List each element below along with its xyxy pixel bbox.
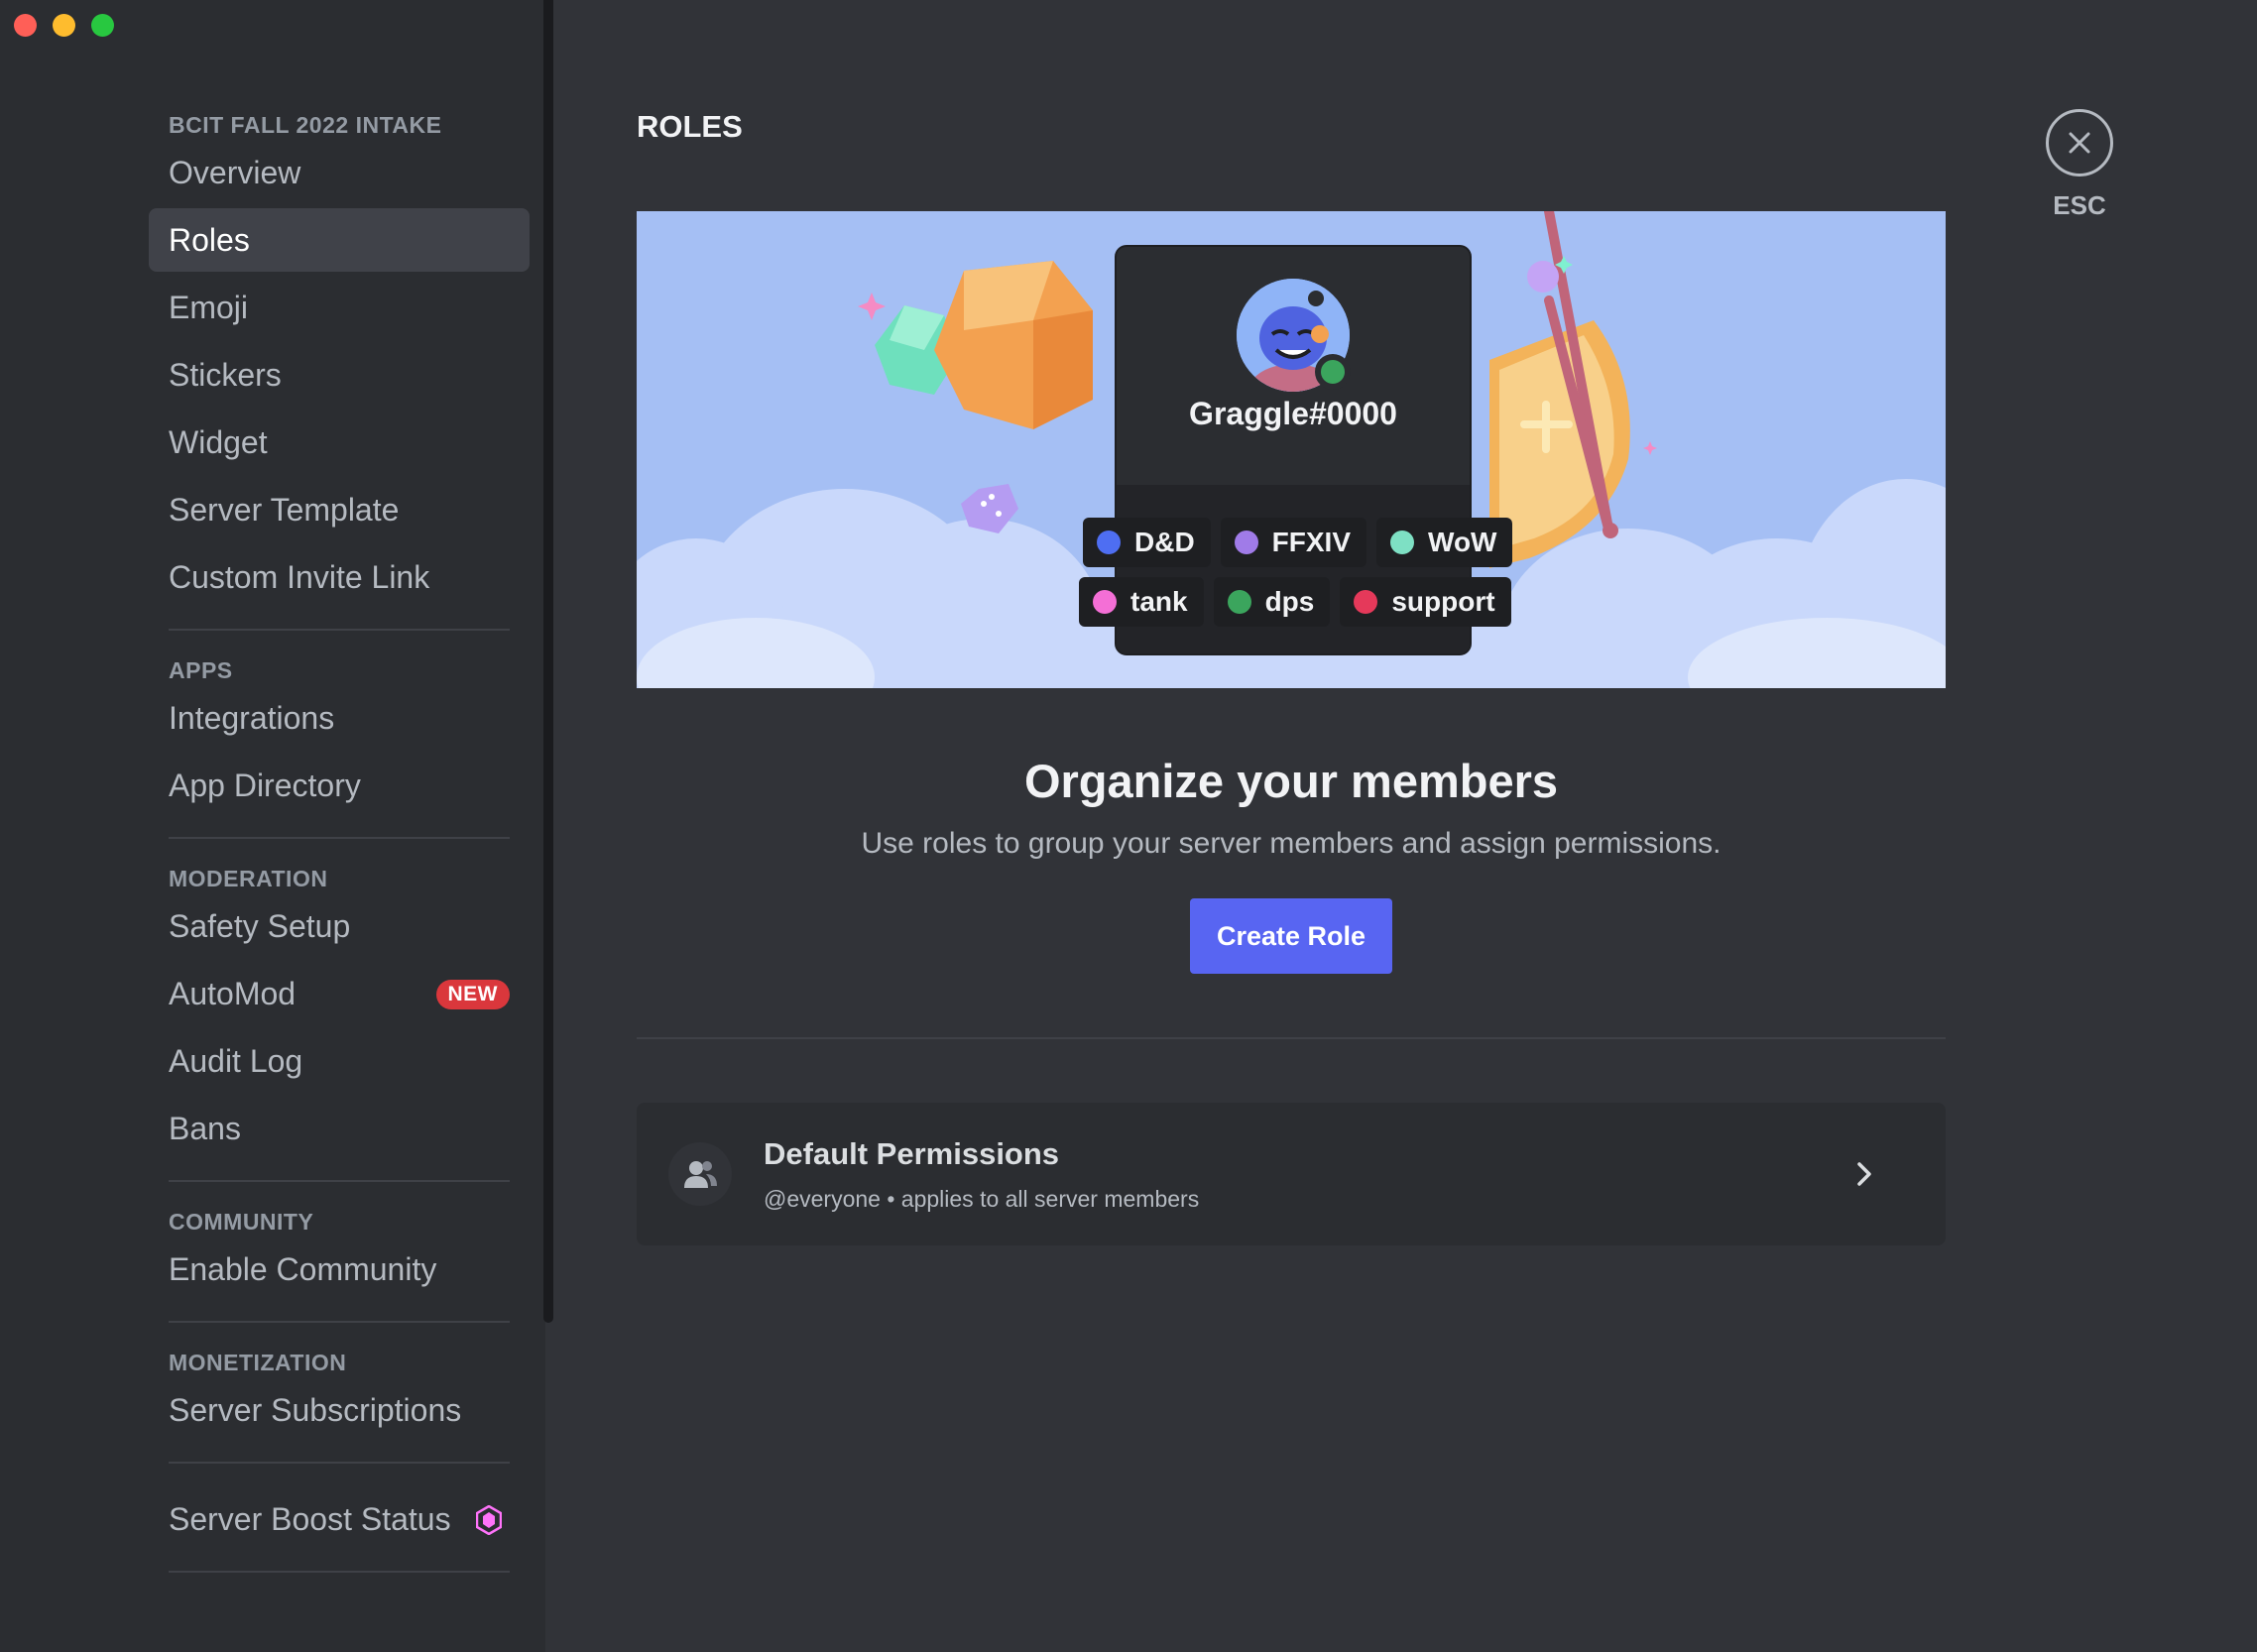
- window-zoom-button[interactable]: [91, 14, 114, 37]
- sidebar-divider: [169, 1462, 510, 1464]
- sidebar-section-title: MODERATION: [169, 866, 328, 891]
- sidebar-item-roles[interactable]: Roles: [149, 208, 530, 272]
- default-permissions-subtitle: @everyone • applies to all server member…: [764, 1186, 1200, 1212]
- new-badge: NEW: [435, 980, 510, 1009]
- sidebar-item-enable-community[interactable]: Enable Community: [149, 1238, 530, 1301]
- section-divider: [637, 1037, 1946, 1039]
- sidebar-section-title: COMMUNITY: [169, 1209, 314, 1235]
- role-color-dot: [1097, 531, 1121, 554]
- role-color-dot: [1093, 590, 1117, 614]
- roles-hero-illustration: Graggle#0000 D&D FFXIV WoW tank dps supp…: [637, 211, 1946, 688]
- sidebar-divider: [169, 837, 510, 839]
- create-role-button[interactable]: Create Role: [1190, 898, 1392, 974]
- profile-username: Graggle#0000: [1189, 396, 1397, 431]
- sidebar-item-custom-invite-link[interactable]: Custom Invite Link: [149, 545, 530, 609]
- sidebar-item-server-boost-status[interactable]: Server Boost Status: [149, 1487, 530, 1551]
- sidebar-item-stickers[interactable]: Stickers: [149, 343, 530, 407]
- role-pill: FFXIV: [1220, 518, 1367, 567]
- sidebar-item-integrations[interactable]: Integrations: [149, 686, 530, 750]
- online-status-indicator: [1315, 354, 1351, 390]
- role-pill: D&D: [1083, 518, 1211, 567]
- sidebar-divider: [169, 1571, 510, 1573]
- window-minimize-button[interactable]: [53, 14, 75, 37]
- role-color-dot: [1390, 531, 1415, 554]
- role-pill: WoW: [1376, 518, 1513, 567]
- sidebar-item-automod[interactable]: AutoMod NEW: [149, 962, 530, 1025]
- settings-sidebar: BCIT FALL 2022 INTAKE Overview Roles Emo…: [0, 0, 545, 1652]
- role-name: D&D: [1134, 527, 1195, 557]
- close-button[interactable]: [2046, 109, 2113, 177]
- default-permissions-title: Default Permissions: [764, 1136, 1060, 1171]
- esc-label: ESC: [2053, 190, 2106, 220]
- sidebar-item-label: Server Boost Status: [169, 1501, 451, 1537]
- role-name: dps: [1264, 586, 1315, 617]
- window-close-button[interactable]: [14, 14, 37, 37]
- main-content: ROLES ESC Graggle#0000 D&D FFXIV WoW tan…: [553, 0, 2257, 1652]
- role-name: FFXIV: [1271, 527, 1352, 557]
- default-permissions-row[interactable]: Default Permissions @everyone • applies …: [637, 1103, 1946, 1245]
- role-name: tank: [1130, 586, 1188, 617]
- profile-card-footer: [1117, 485, 1470, 653]
- sidebar-item-server-template[interactable]: Server Template: [149, 478, 530, 541]
- sidebar-section-title: APPS: [169, 657, 233, 683]
- role-color-dot: [1234, 531, 1258, 554]
- chevron-right-icon: [1857, 1162, 1871, 1186]
- role-name: WoW: [1428, 527, 1497, 557]
- sidebar-section-title: BCIT FALL 2022 INTAKE: [169, 112, 442, 138]
- sidebar-item-bans[interactable]: Bans: [149, 1097, 530, 1160]
- role-pill-row: tank dps support: [1079, 577, 1511, 627]
- role-pill: dps: [1213, 577, 1331, 627]
- members-icon: [668, 1142, 732, 1206]
- sidebar-item-safety-setup[interactable]: Safety Setup: [149, 894, 530, 958]
- sidebar-section-title: MONETIZATION: [169, 1350, 347, 1375]
- sidebar-scrollbar[interactable]: [543, 0, 553, 1323]
- role-color-dot: [1227, 590, 1251, 614]
- sidebar-nav: BCIT FALL 2022 INTAKE Overview Roles Emo…: [149, 109, 530, 1596]
- sidebar-divider: [169, 629, 510, 631]
- page-title: ROLES: [637, 109, 743, 144]
- sidebar-item-audit-log[interactable]: Audit Log: [149, 1029, 530, 1093]
- sidebar-item-server-subscriptions[interactable]: Server Subscriptions: [149, 1378, 530, 1442]
- role-color-dot: [1354, 590, 1378, 614]
- sidebar-divider: [169, 1180, 510, 1182]
- window-controls: [14, 14, 114, 37]
- empty-state-description: Use roles to group your server members a…: [861, 827, 1722, 860]
- sidebar-item-label: AutoMod: [169, 976, 297, 1011]
- close-icon: [2069, 132, 2090, 154]
- empty-state-heading: Organize your members: [1023, 755, 1559, 807]
- boost-gem-icon: [476, 1505, 502, 1535]
- sidebar-item-app-directory[interactable]: App Directory: [149, 754, 530, 817]
- role-pill-row: D&D FFXIV WoW: [1083, 518, 1513, 567]
- sidebar-item-overview[interactable]: Overview: [149, 141, 530, 204]
- role-pill: tank: [1079, 577, 1204, 627]
- sidebar-item-emoji[interactable]: Emoji: [149, 276, 530, 339]
- sidebar-item-widget[interactable]: Widget: [149, 411, 530, 474]
- sidebar-divider: [169, 1321, 510, 1323]
- esc-close[interactable]: ESC: [2025, 109, 2134, 221]
- role-pill: support: [1340, 577, 1511, 627]
- role-name: support: [1391, 586, 1495, 617]
